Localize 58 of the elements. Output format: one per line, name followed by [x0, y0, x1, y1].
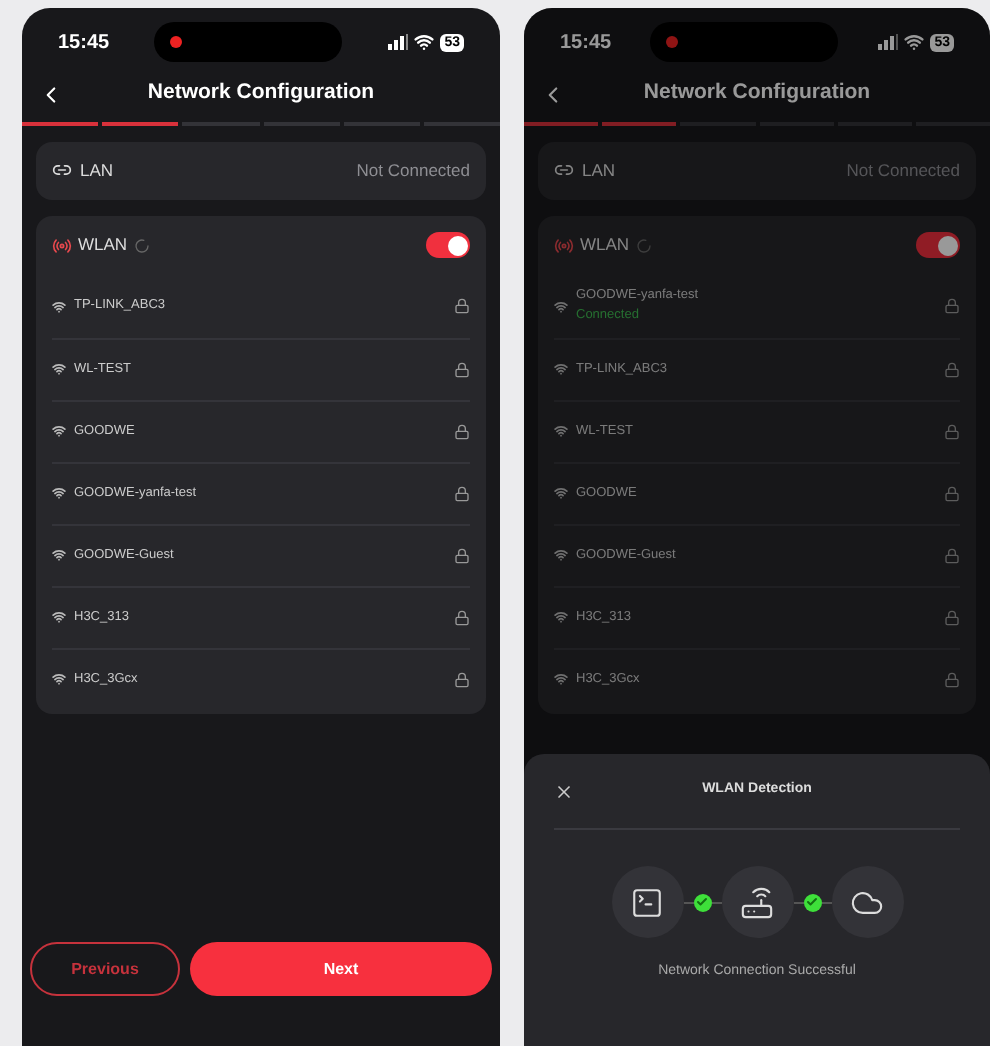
lan-label: LAN: [80, 157, 114, 183]
wifi-icon: [554, 486, 568, 500]
lock-icon: [944, 671, 960, 687]
wlan-toggle[interactable]: [426, 232, 470, 258]
lock-icon: [944, 609, 960, 625]
lock-icon: [454, 298, 470, 314]
wifi-icon: [52, 610, 66, 624]
lock-icon: [454, 671, 470, 687]
previous-button[interactable]: Previous: [30, 942, 180, 996]
wifi-icon: [904, 32, 925, 52]
wifi-icon: [52, 362, 66, 376]
lock-icon: [454, 609, 470, 625]
lock-icon: [454, 361, 470, 377]
wifi-icon: [52, 424, 66, 438]
signal-icon: [388, 34, 409, 50]
status-time: 15:45: [560, 29, 612, 57]
wifi-icon: [52, 486, 66, 500]
wifi-icon: [554, 610, 568, 624]
lock-icon: [454, 423, 470, 439]
router-icon: [721, 866, 793, 938]
wifi-icon: [554, 548, 568, 562]
lan-status: Not Connected: [356, 157, 470, 183]
wifi-icon: [554, 299, 568, 313]
lock-icon: [944, 361, 960, 377]
next-button[interactable]: Next: [190, 942, 492, 996]
loading-icon: [133, 237, 150, 253]
device-icon: [611, 866, 683, 938]
wifi-icon: [554, 362, 568, 376]
wifi-icon: [554, 672, 568, 686]
screen-title: Network Configuration: [147, 78, 375, 109]
lan-card[interactable]: LAN Not Connected: [538, 141, 976, 199]
signal-icon: [878, 34, 899, 50]
lan-card[interactable]: LAN Not Connected: [36, 141, 486, 199]
lan-status: Not Connected: [846, 157, 960, 183]
wifi-icon: [414, 32, 435, 52]
wifi-icon: [52, 548, 66, 562]
lock-icon: [944, 485, 960, 501]
loading-icon: [635, 237, 652, 253]
wlan-label: WLAN: [78, 232, 128, 258]
lan-label: LAN: [582, 157, 616, 183]
lock-icon: [944, 547, 960, 563]
link-icon: [554, 160, 574, 180]
close-icon[interactable]: [554, 781, 574, 801]
antenna-icon: [554, 235, 574, 255]
wlan-label: WLAN: [580, 232, 630, 258]
lock-icon: [944, 423, 960, 439]
wifi-icon: [52, 299, 66, 313]
link-icon: [52, 160, 72, 180]
wifi-icon: [554, 424, 568, 438]
screen-title: Network Configuration: [643, 78, 871, 109]
wlan-toggle[interactable]: [916, 232, 960, 258]
status-time: 15:45: [58, 29, 110, 57]
lock-icon: [454, 485, 470, 501]
lock-icon: [944, 298, 960, 314]
cloud-icon: [831, 866, 903, 938]
wifi-icon: [52, 672, 66, 686]
antenna-icon: [52, 235, 72, 255]
lock-icon: [454, 547, 470, 563]
